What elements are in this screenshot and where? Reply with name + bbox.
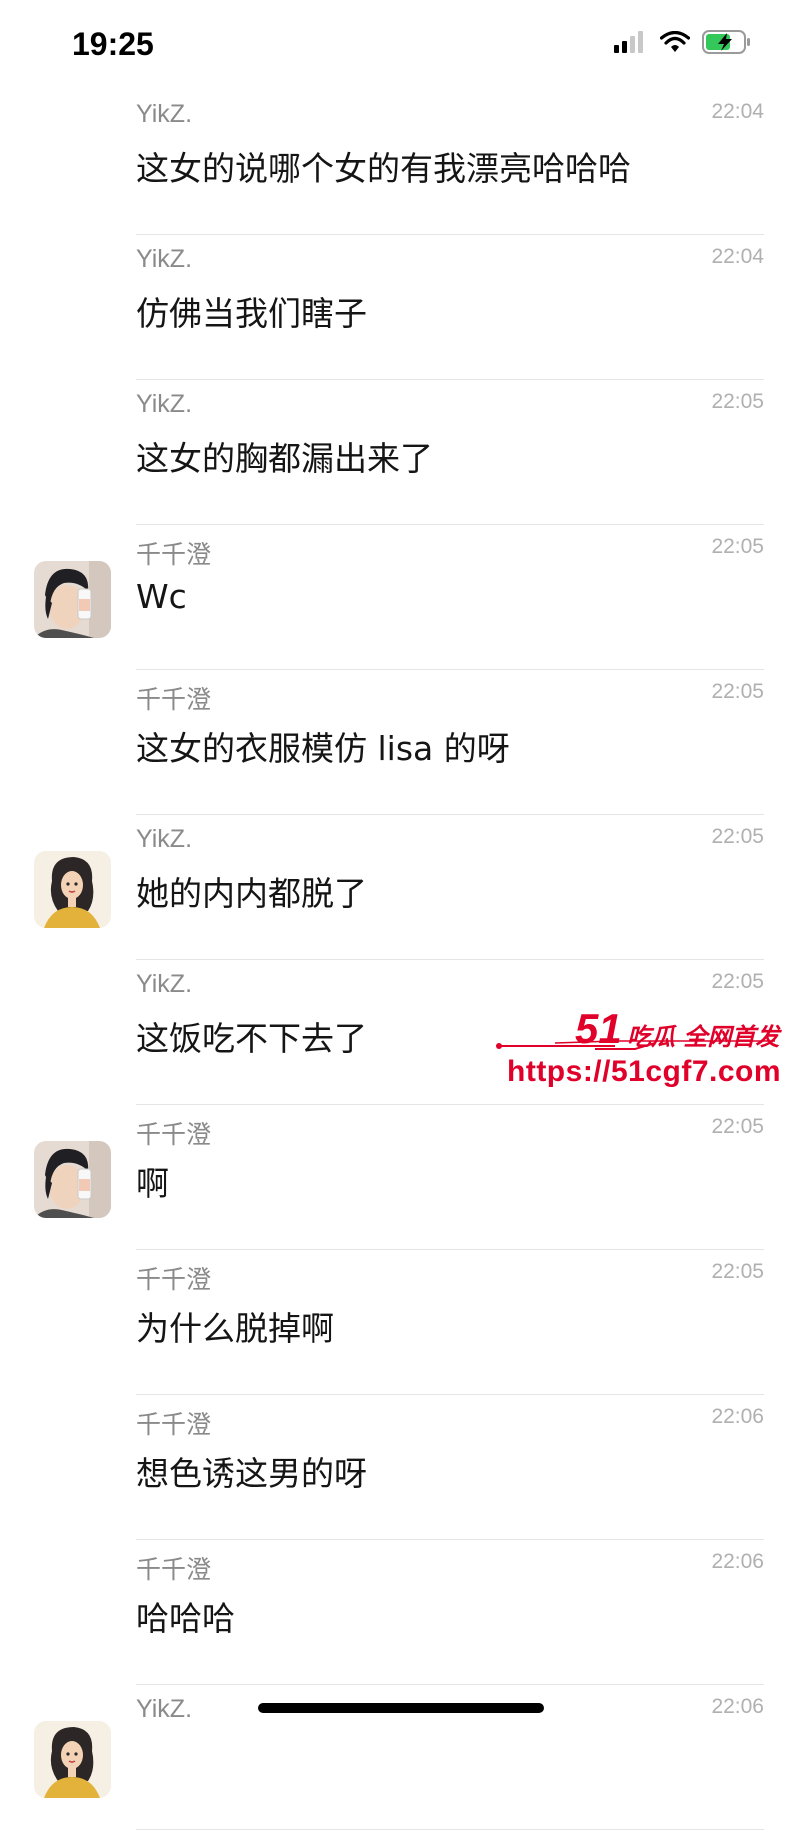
message-list: YikZ. 22:04 这女的说哪个女的有我漂亮哈哈哈 YikZ. 22:04 … (0, 90, 800, 1830)
message-item[interactable]: 千千澄 22:05 啊 (0, 1105, 800, 1250)
sender-name: 千千澄 (136, 1121, 212, 1149)
sender-name: YikZ. (136, 1695, 193, 1723)
message-item[interactable]: YikZ. 22:05 她的内内都脱了 (0, 815, 800, 960)
sender-name: YikZ. (136, 100, 193, 128)
sender-name: 千千澄 (136, 1266, 212, 1294)
message-time: 22:05 (711, 680, 764, 703)
message-time: 22:06 (711, 1550, 764, 1573)
sender-name: YikZ. (136, 970, 193, 998)
sender-name: 千千澄 (136, 1556, 212, 1584)
message-text: 为什么脱掉啊 (136, 1309, 334, 1348)
message-text: 这饭吃不下去了 (136, 1019, 367, 1058)
avatar-photo-image (34, 561, 111, 638)
avatar-photo[interactable] (34, 1141, 111, 1218)
message-item[interactable]: YikZ. 22:04 仿佛当我们瞎子 (0, 235, 800, 380)
watermark-number: 51 (575, 1005, 622, 1052)
status-bar: 19:25 (0, 0, 800, 90)
sender-name: YikZ. (136, 245, 193, 273)
watermark-url: https://51cgf7.com (507, 1055, 782, 1088)
sender-name: YikZ. (136, 390, 193, 418)
message-time: 22:06 (711, 1695, 764, 1718)
message-text: 啊 (136, 1164, 169, 1203)
message-item[interactable]: YikZ. 22:05 这女的胸都漏出来了 (0, 380, 800, 525)
message-time: 22:05 (711, 1260, 764, 1283)
message-text: 她的内内都脱了 (136, 874, 367, 913)
message-time: 22:05 (711, 825, 764, 848)
message-item[interactable]: 千千澄 22:05 Wc (0, 525, 800, 670)
message-item[interactable]: 千千澄 22:05 这女的衣服模仿 lisa 的呀 (0, 670, 800, 815)
message-text: 这女的衣服模仿 lisa 的呀 (136, 729, 510, 768)
battery-charging-icon (702, 30, 750, 54)
message-time: 22:05 (711, 1115, 764, 1138)
watermark-slogan: 吃瓜 全网首发 (627, 1023, 780, 1051)
watermark: 51 吃瓜 全网首发 https://51cgf7.com (495, 1005, 795, 1097)
message-time: 22:05 (711, 535, 764, 558)
message-time: 22:04 (711, 100, 764, 123)
avatar-cartoon-image (34, 1721, 111, 1798)
message-item[interactable]: YikZ. 22:04 这女的说哪个女的有我漂亮哈哈哈 (0, 90, 800, 235)
sender-name: 千千澄 (136, 1411, 212, 1439)
avatar-cartoon[interactable] (34, 851, 111, 928)
message-time: 22:05 (711, 970, 764, 993)
message-text: 哈哈哈 (136, 1599, 235, 1638)
wifi-icon (660, 31, 690, 52)
home-indicator[interactable] (258, 1703, 544, 1713)
sender-name: 千千澄 (136, 686, 212, 714)
avatar-photo[interactable] (34, 561, 111, 638)
message-text: 仿佛当我们瞎子 (136, 294, 367, 333)
message-time: 22:05 (711, 390, 764, 413)
message-text: 想色诱这男的呀 (136, 1454, 367, 1493)
avatar-cartoon-image (34, 851, 111, 928)
message-time: 22:04 (711, 245, 764, 268)
sender-name: 千千澄 (136, 541, 212, 569)
sender-name: YikZ. (136, 825, 193, 853)
message-text: Wc (136, 577, 187, 616)
message-item[interactable]: 千千澄 22:06 哈哈哈 (0, 1540, 800, 1685)
message-item[interactable]: 千千澄 22:06 想色诱这男的呀 (0, 1395, 800, 1540)
avatar-photo-image (34, 1141, 111, 1218)
status-icons (614, 30, 752, 54)
message-text: 这女的胸都漏出来了 (136, 439, 433, 478)
message-text: 这女的说哪个女的有我漂亮哈哈哈 (136, 149, 631, 188)
status-time: 19:25 (72, 26, 154, 62)
message-item[interactable]: 千千澄 22:05 为什么脱掉啊 (0, 1250, 800, 1395)
cellular-signal-icon (614, 31, 643, 53)
avatar-cartoon[interactable] (34, 1721, 111, 1798)
message-time: 22:06 (711, 1405, 764, 1428)
